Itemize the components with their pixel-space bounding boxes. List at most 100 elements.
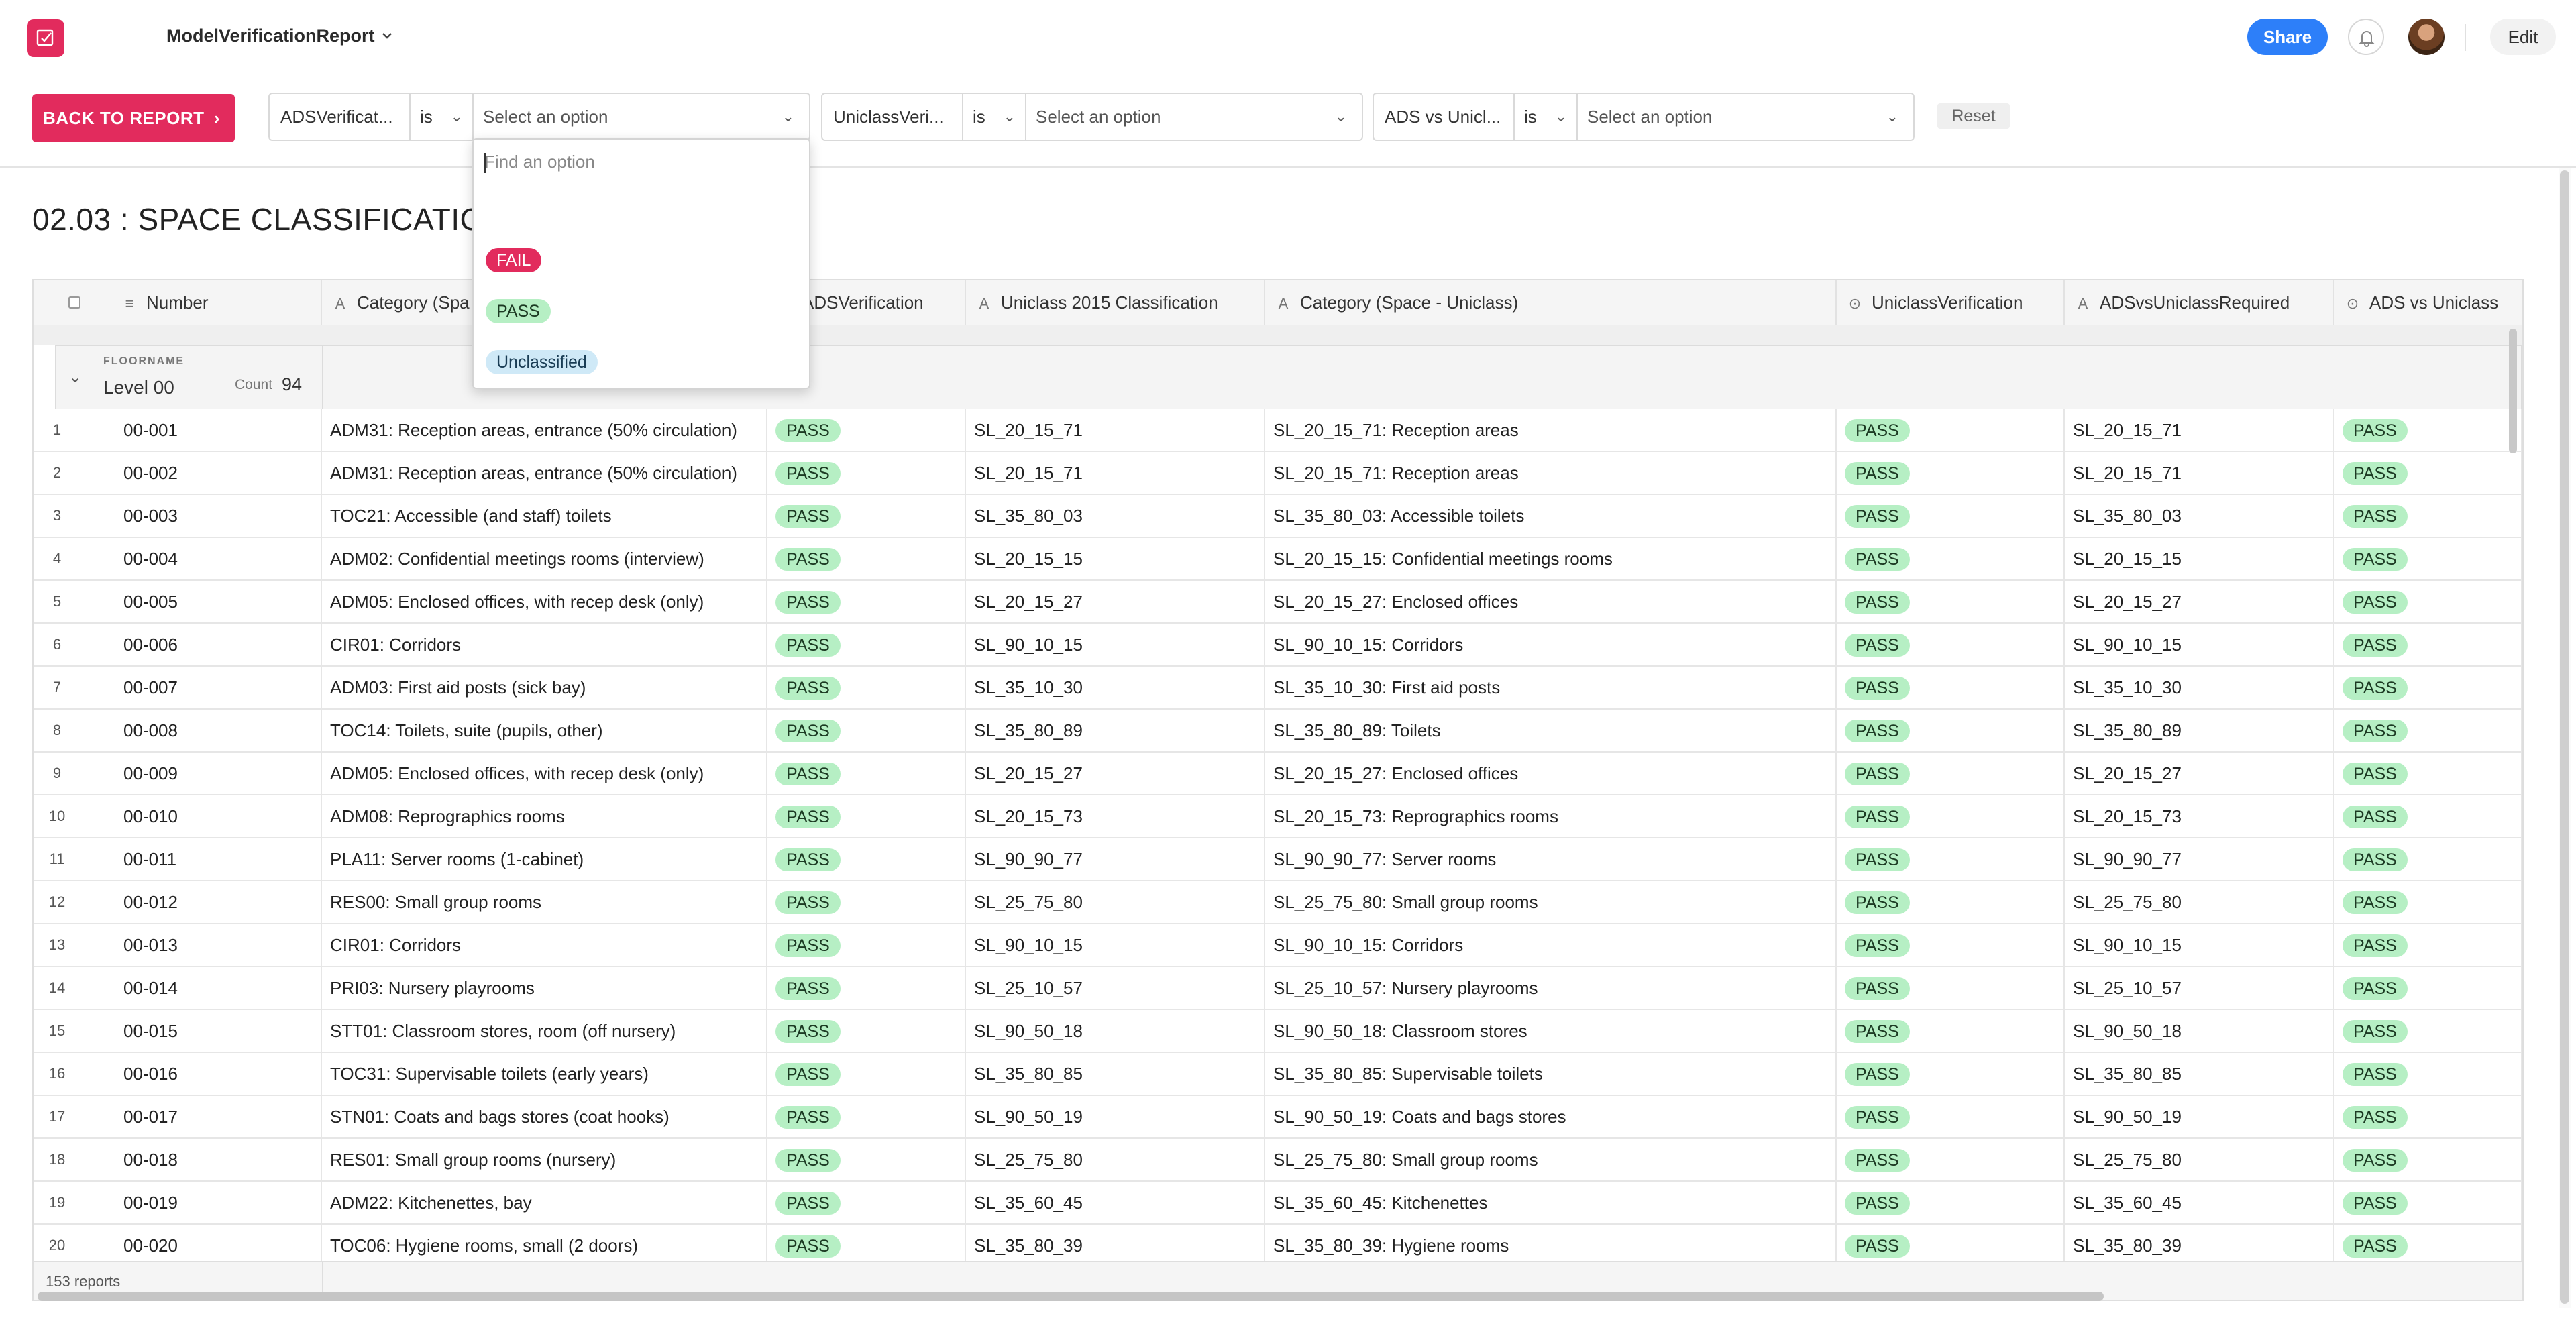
cell-ads-vs-uniclass-required[interactable]: SL_90_50_18 <box>2065 1010 2334 1052</box>
cell-number[interactable]: 00-006 <box>123 624 322 665</box>
option-pass[interactable]: PASS <box>486 299 551 323</box>
chevron-down-icon[interactable] <box>380 28 394 43</box>
cell-uniclass-verification[interactable]: PASS <box>1837 409 2065 451</box>
cell-category[interactable]: STN01: Coats and bags stores (coat hooks… <box>322 1096 767 1137</box>
cell-category-uniclass[interactable]: SL_20_15_73: Reprographics rooms <box>1265 795 1837 837</box>
back-to-report-button[interactable]: BACK TO REPORT › <box>32 94 235 142</box>
cell-ads-vs-uniclass[interactable]: PASS <box>2334 1225 2522 1266</box>
cell-category-uniclass[interactable]: SL_35_80_89: Toilets <box>1265 710 1837 751</box>
cell-number[interactable]: 00-011 <box>123 838 322 880</box>
cell-ads-vs-uniclass-required[interactable]: SL_25_75_80 <box>2065 881 2334 923</box>
table-row[interactable]: 18 00-018 RES01: Small group rooms (nurser… <box>34 1139 2522 1182</box>
cell-uniclass-verification[interactable]: PASS <box>1837 1053 2065 1095</box>
cell-category-uniclass[interactable]: SL_35_60_45: Kitchenettes <box>1265 1182 1837 1223</box>
cell-category-uniclass[interactable]: SL_20_15_27: Enclosed offices <box>1265 581 1837 622</box>
horizontal-scrollbar[interactable] <box>38 1292 2104 1301</box>
cell-uniclass-2015[interactable]: SL_20_15_15 <box>966 538 1265 579</box>
cell-uniclass-2015[interactable]: SL_35_10_30 <box>966 667 1265 708</box>
row-number[interactable]: 14 <box>34 967 80 1009</box>
cell-uniclass-2015[interactable]: SL_90_50_19 <box>966 1096 1265 1137</box>
table-row[interactable]: 1 00-001 ADM31: Reception areas, entrance … <box>34 409 2522 452</box>
cell-ads-verification[interactable]: PASS <box>767 1139 966 1180</box>
cell-category[interactable]: ADM31: Reception areas, entrance (50% ci… <box>322 409 767 451</box>
cell-category[interactable]: CIR01: Corridors <box>322 624 767 665</box>
cell-uniclass-2015[interactable]: SL_35_80_03 <box>966 495 1265 537</box>
edit-button[interactable]: Edit <box>2490 19 2556 55</box>
cell-category[interactable]: ADM05: Enclosed offices, with recep desk… <box>322 753 767 794</box>
cell-ads-vs-uniclass-required[interactable]: SL_25_10_57 <box>2065 967 2334 1009</box>
cell-ads-verification[interactable]: PASS <box>767 495 966 537</box>
cell-uniclass-verification[interactable]: PASS <box>1837 495 2065 537</box>
cell-category[interactable]: RES00: Small group rooms <box>322 881 767 923</box>
cell-uniclass-verification[interactable]: PASS <box>1837 924 2065 966</box>
row-number[interactable]: 5 <box>34 581 80 622</box>
table-row[interactable]: 17 00-017 STN01: Coats and bags stores (co… <box>34 1096 2522 1139</box>
cell-category-uniclass[interactable]: SL_35_80_85: Supervisable toilets <box>1265 1053 1837 1095</box>
cell-category-uniclass[interactable]: SL_20_15_71: Reception areas <box>1265 409 1837 451</box>
cell-uniclass-verification[interactable]: PASS <box>1837 667 2065 708</box>
cell-category[interactable]: TOC31: Supervisable toilets (early years… <box>322 1053 767 1095</box>
cell-ads-vs-uniclass[interactable]: PASS <box>2334 495 2522 537</box>
cell-ads-vs-uniclass-required[interactable]: SL_35_80_39 <box>2065 1225 2334 1266</box>
cell-uniclass-2015[interactable]: SL_20_15_27 <box>966 753 1265 794</box>
table-row[interactable]: 12 00-012 RES00: Small group rooms PASS SL_2… <box>34 881 2522 924</box>
column-header-uniclass-2015[interactable]: A Uniclass 2015 Classification <box>966 280 1265 325</box>
filter-value-select[interactable]: Select an option ⌄ <box>1026 94 1362 140</box>
row-number[interactable]: 20 <box>34 1225 80 1266</box>
cell-ads-vs-uniclass[interactable]: PASS <box>2334 1139 2522 1180</box>
table-row[interactable]: 11 00-011 PLA11: Server rooms (1-cabinet) P… <box>34 838 2522 881</box>
cell-ads-vs-uniclass-required[interactable]: SL_20_15_73 <box>2065 795 2334 837</box>
cell-uniclass-2015[interactable]: SL_25_10_57 <box>966 967 1265 1009</box>
cell-category[interactable]: STT01: Classroom stores, room (off nurse… <box>322 1010 767 1052</box>
option-unclassified[interactable]: Unclassified <box>486 350 598 374</box>
cell-uniclass-2015[interactable]: SL_25_75_80 <box>966 881 1265 923</box>
cell-number[interactable]: 00-007 <box>123 667 322 708</box>
cell-ads-verification[interactable]: PASS <box>767 924 966 966</box>
table-row[interactable]: 10 00-010 ADM08: Reprographics rooms PASS SL… <box>34 795 2522 838</box>
cell-uniclass-2015[interactable]: SL_90_10_15 <box>966 624 1265 665</box>
row-number[interactable]: 8 <box>34 710 80 751</box>
cell-ads-verification[interactable]: PASS <box>767 1053 966 1095</box>
cell-number[interactable]: 00-005 <box>123 581 322 622</box>
row-number[interactable]: 9 <box>34 753 80 794</box>
user-avatar[interactable] <box>2408 19 2445 55</box>
row-number[interactable]: 2 <box>34 452 80 494</box>
cell-ads-vs-uniclass[interactable]: PASS <box>2334 795 2522 837</box>
row-number[interactable]: 10 <box>34 795 80 837</box>
table-row[interactable]: 19 00-019 ADM22: Kitchenettes, bay PASS SL_3… <box>34 1182 2522 1225</box>
cell-uniclass-2015[interactable]: SL_25_75_80 <box>966 1139 1265 1180</box>
cell-uniclass-2015[interactable]: SL_90_90_77 <box>966 838 1265 880</box>
column-header-number[interactable]: ≡ Number <box>34 280 322 325</box>
cell-category-uniclass[interactable]: SL_90_90_77: Server rooms <box>1265 838 1837 880</box>
cell-number[interactable]: 00-010 <box>123 795 322 837</box>
cell-uniclass-2015[interactable]: SL_20_15_71 <box>966 409 1265 451</box>
table-row[interactable]: 13 00-013 CIR01: Corridors PASS SL_90_10_15 S… <box>34 924 2522 967</box>
cell-category-uniclass[interactable]: SL_35_80_03: Accessible toilets <box>1265 495 1837 537</box>
cell-ads-vs-uniclass[interactable]: PASS <box>2334 667 2522 708</box>
cell-category-uniclass[interactable]: SL_35_10_30: First aid posts <box>1265 667 1837 708</box>
cell-number[interactable]: 00-008 <box>123 710 322 751</box>
cell-uniclass-verification[interactable]: PASS <box>1837 753 2065 794</box>
cell-uniclass-verification[interactable]: PASS <box>1837 1225 2065 1266</box>
column-header-category-uniclass[interactable]: A Category (Space - Uniclass) <box>1265 280 1837 325</box>
cell-ads-vs-uniclass-required[interactable]: SL_90_90_77 <box>2065 838 2334 880</box>
cell-ads-vs-uniclass-required[interactable]: SL_35_60_45 <box>2065 1182 2334 1223</box>
table-row[interactable]: 8 00-008 TOC14: Toilets, suite (pupils, ot… <box>34 710 2522 753</box>
cell-ads-vs-uniclass[interactable]: PASS <box>2334 409 2522 451</box>
group-header[interactable]: ⌄ FLOORNAME Level 00 Count 94 <box>55 345 2522 409</box>
filter-field-select[interactable]: ADSVerificat... <box>270 94 411 140</box>
cell-uniclass-2015[interactable]: SL_90_50_18 <box>966 1010 1265 1052</box>
cell-category-uniclass[interactable]: SL_25_75_80: Small group rooms <box>1265 1139 1837 1180</box>
table-row[interactable]: 6 00-006 CIR01: Corridors PASS SL_90_10_15 SL… <box>34 624 2522 667</box>
row-number[interactable]: 4 <box>34 538 80 579</box>
cell-ads-vs-uniclass[interactable]: PASS <box>2334 881 2522 923</box>
cell-number[interactable]: 00-003 <box>123 495 322 537</box>
row-number[interactable]: 16 <box>34 1053 80 1095</box>
table-row[interactable]: 2 00-002 ADM31: Reception areas, entrance … <box>34 452 2522 495</box>
cell-ads-verification[interactable]: PASS <box>767 1096 966 1137</box>
cell-ads-verification[interactable]: PASS <box>767 753 966 794</box>
table-row[interactable]: 5 00-005 ADM05: Enclosed offices, with rec… <box>34 581 2522 624</box>
page-vertical-scrollbar[interactable] <box>2560 170 2569 1304</box>
cell-uniclass-2015[interactable]: SL_35_60_45 <box>966 1182 1265 1223</box>
cell-category[interactable]: TOC21: Accessible (and staff) toilets <box>322 495 767 537</box>
